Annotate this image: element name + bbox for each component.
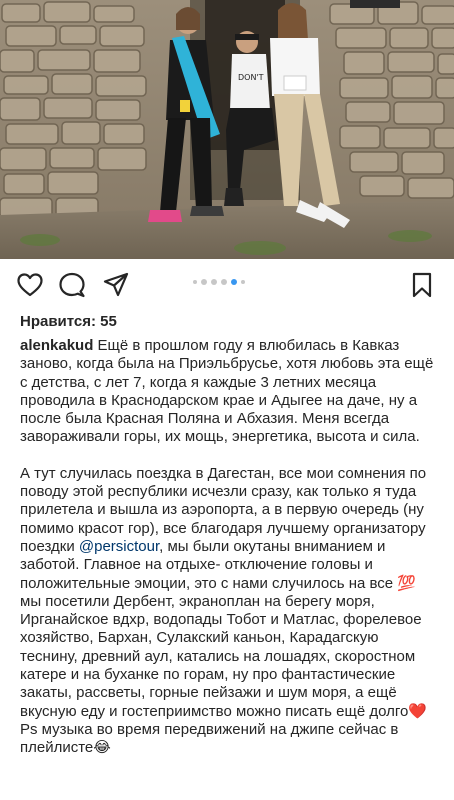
- carousel-dot: [201, 279, 207, 285]
- carousel-dot: [231, 279, 237, 285]
- author-username[interactable]: alenkakud: [20, 337, 93, 354]
- svg-text:DON'T: DON'T: [238, 73, 264, 82]
- caption-paragraph-2: А тут случилась поездка в Дагестан, все …: [20, 465, 440, 721]
- caption-paragraph-3: Ps музыка во время передвижений на джипе…: [20, 720, 399, 757]
- post-action-bar: [0, 259, 454, 311]
- caption-text-2b: , мы были окутаны вниманием и заботой. Г…: [20, 537, 428, 720]
- carousel-dot: [211, 279, 217, 285]
- carousel-dot: [241, 280, 245, 284]
- likes-count[interactable]: Нравится: 55: [20, 313, 117, 330]
- carousel-dot: [221, 279, 227, 285]
- post-photo[interactable]: DON'T: [0, 0, 454, 259]
- bookmark-icon[interactable]: [408, 271, 436, 299]
- post-caption: alenkakud Ещё в прошлом году я влюбилась…: [20, 337, 440, 758]
- caption-paragraph-1: alenkakud Ещё в прошлом году я влюбилась…: [20, 337, 440, 447]
- heart-icon[interactable]: [16, 271, 44, 299]
- carousel-dot: [193, 280, 197, 284]
- mention-link[interactable]: @persictour: [79, 538, 159, 555]
- paper-plane-icon[interactable]: [102, 271, 130, 299]
- comment-bubble-icon[interactable]: [58, 271, 86, 299]
- carousel-indicator: [193, 279, 245, 285]
